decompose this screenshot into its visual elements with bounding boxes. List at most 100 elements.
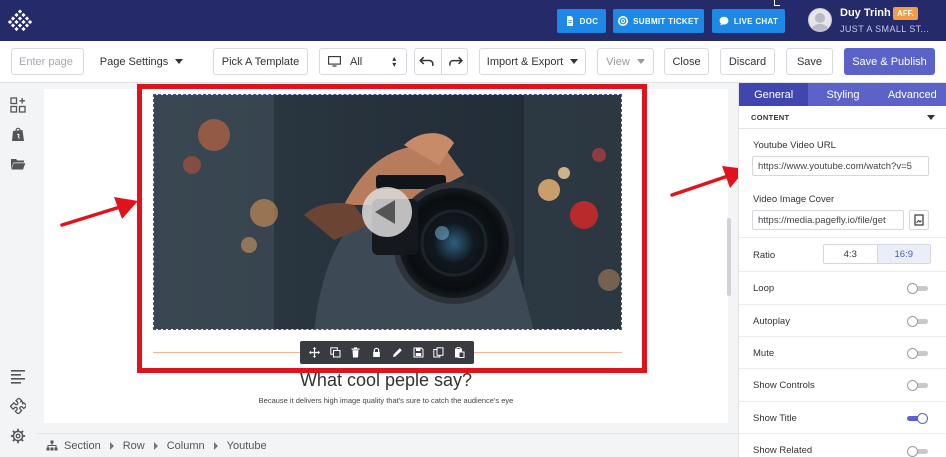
panel-divider [739,433,946,434]
panel-divider [739,237,946,238]
autoplay-label: Autoplay [753,316,790,327]
youtube-url-input[interactable]: https://www.youtube.com/watch?v=5 [752,156,929,176]
device-select[interactable]: All ▴ ▾ [319,48,407,75]
video-cover-input[interactable]: https://media.pagefly.io/file/get [752,210,904,230]
save-publish-button[interactable]: Save & Publish [844,48,935,75]
import-export-label: Import & Export [486,55,564,68]
doc-button-label: DOC [579,16,599,26]
ratio-option-16-9[interactable]: 16:9 [876,245,930,263]
show-title-label: Show Title [753,413,797,424]
close-label: Close [672,55,701,68]
user-shop-name: JUST A SMALL ST... [840,24,930,34]
section-heading[interactable]: What cool peple say? [44,370,728,391]
content-heading: CONTENT [751,112,790,122]
save-publish-label: Save & Publish [852,55,927,68]
editor-toolbar: Page Settings Pick A Template All ▴▾ Imp… [0,41,946,83]
submit-ticket-label: SUBMIT TICKET [633,16,699,26]
live-chat-button[interactable]: LIVE CHAT [712,9,785,33]
autoplay-toggle[interactable] [907,316,928,327]
pagefly-logo-icon[interactable] [8,9,32,33]
chevron-down-icon [636,59,645,64]
undo-icon[interactable] [415,48,441,75]
desktop-monitor-icon [328,56,341,67]
close-button[interactable]: Close [664,48,709,75]
video-cover-label: Video Image Cover [753,194,835,205]
show-controls-toggle[interactable] [907,380,928,391]
gear-icon[interactable] [10,428,26,444]
section-subheading[interactable]: Because it delivers high image quality t… [44,396,728,405]
breadcrumb-section[interactable]: Section [64,440,101,452]
select-arrows-icon: ▴ ▾ [392,53,397,69]
tab-styling[interactable]: Styling [808,83,877,106]
top-header: DOC SUBMIT TICKET LIVE CHAT Duy Trinh AF… [0,0,946,41]
show-related-toggle[interactable] [907,446,928,457]
left-sidebar [0,83,36,457]
document-icon [566,16,573,26]
ratio-option-4-3[interactable]: 4:3 [824,245,877,263]
page-settings-dropdown[interactable]: Page Settings [90,48,193,75]
mouse-cursor-icon [774,0,780,6]
view-dropdown[interactable]: View [597,48,654,75]
annotation-arrow-right [670,166,746,197]
lifebuoy-icon [618,16,629,26]
text-align-left-icon[interactable] [10,368,26,384]
panel-divider [739,336,946,337]
chevron-down-icon [570,59,579,64]
image-picker-icon [914,214,924,226]
image-picker-button[interactable] [909,210,929,230]
panel-divider [739,271,946,272]
device-select-value: All [350,55,363,68]
breadcrumb-youtube[interactable]: Youtube [227,440,267,452]
chevron-right-icon [109,441,114,450]
folder-icon[interactable] [10,156,26,172]
pick-template-button[interactable]: Pick A Template [213,48,308,75]
undo-redo-group [414,48,468,75]
mute-label: Mute [753,348,775,359]
show-controls-label: Show Controls [753,380,815,391]
video-highlight-box [137,84,647,373]
chevron-down-icon [175,59,184,64]
tab-general[interactable]: General [739,83,809,106]
chat-bubble-icon [719,16,729,26]
loop-toggle[interactable] [907,283,928,294]
panel-divider [739,401,946,402]
ratio-label: Ratio [753,250,776,261]
shopify-bag-icon[interactable] [10,126,26,142]
page-title-input[interactable] [12,49,83,74]
loop-label: Loop [753,283,775,294]
show-title-toggle[interactable] [907,413,928,424]
page-settings-label: Page Settings [99,55,169,68]
affiliate-badge: AFF. [893,7,918,20]
ratio-selector: 4:3 16:9 [823,244,931,264]
submit-ticket-button[interactable]: SUBMIT TICKET [613,9,704,33]
add-element-icon[interactable] [10,97,26,113]
chevron-right-icon [153,441,158,450]
tab-advanced[interactable]: Advanced [878,83,946,106]
pick-template-label: Pick A Template [221,55,300,68]
doc-button[interactable]: DOC [557,9,606,33]
chevron-down-icon [927,114,935,120]
discard-button[interactable]: Discard [720,48,775,75]
breadcrumb-row[interactable]: Row [123,440,145,452]
panel-divider [739,304,946,305]
mute-toggle[interactable] [907,348,928,359]
panel-divider [739,368,946,369]
breadcrumb-column[interactable]: Column [167,440,205,452]
puzzle-plugin-icon[interactable] [10,398,26,414]
breadcrumb: Section Row Column Youtube [36,433,738,457]
page-title-field[interactable] [11,48,84,75]
user-name[interactable]: Duy Trinh [840,7,891,19]
element-settings-panel: General Styling Advanced CONTENT Youtube… [738,83,946,457]
user-avatar[interactable] [808,8,832,32]
panel-tabs: General Styling Advanced [739,83,946,106]
save-label: Save [796,55,823,68]
chevron-right-icon [213,441,218,450]
save-button[interactable]: Save [786,48,833,75]
hierarchy-icon [46,440,58,451]
redo-icon[interactable] [440,48,467,75]
live-chat-label: LIVE CHAT [733,16,779,26]
view-label: View [606,55,630,68]
import-export-dropdown[interactable]: Import & Export [479,48,586,75]
content-section-header[interactable]: CONTENT [739,106,946,129]
canvas-scrollbar[interactable] [727,218,731,296]
